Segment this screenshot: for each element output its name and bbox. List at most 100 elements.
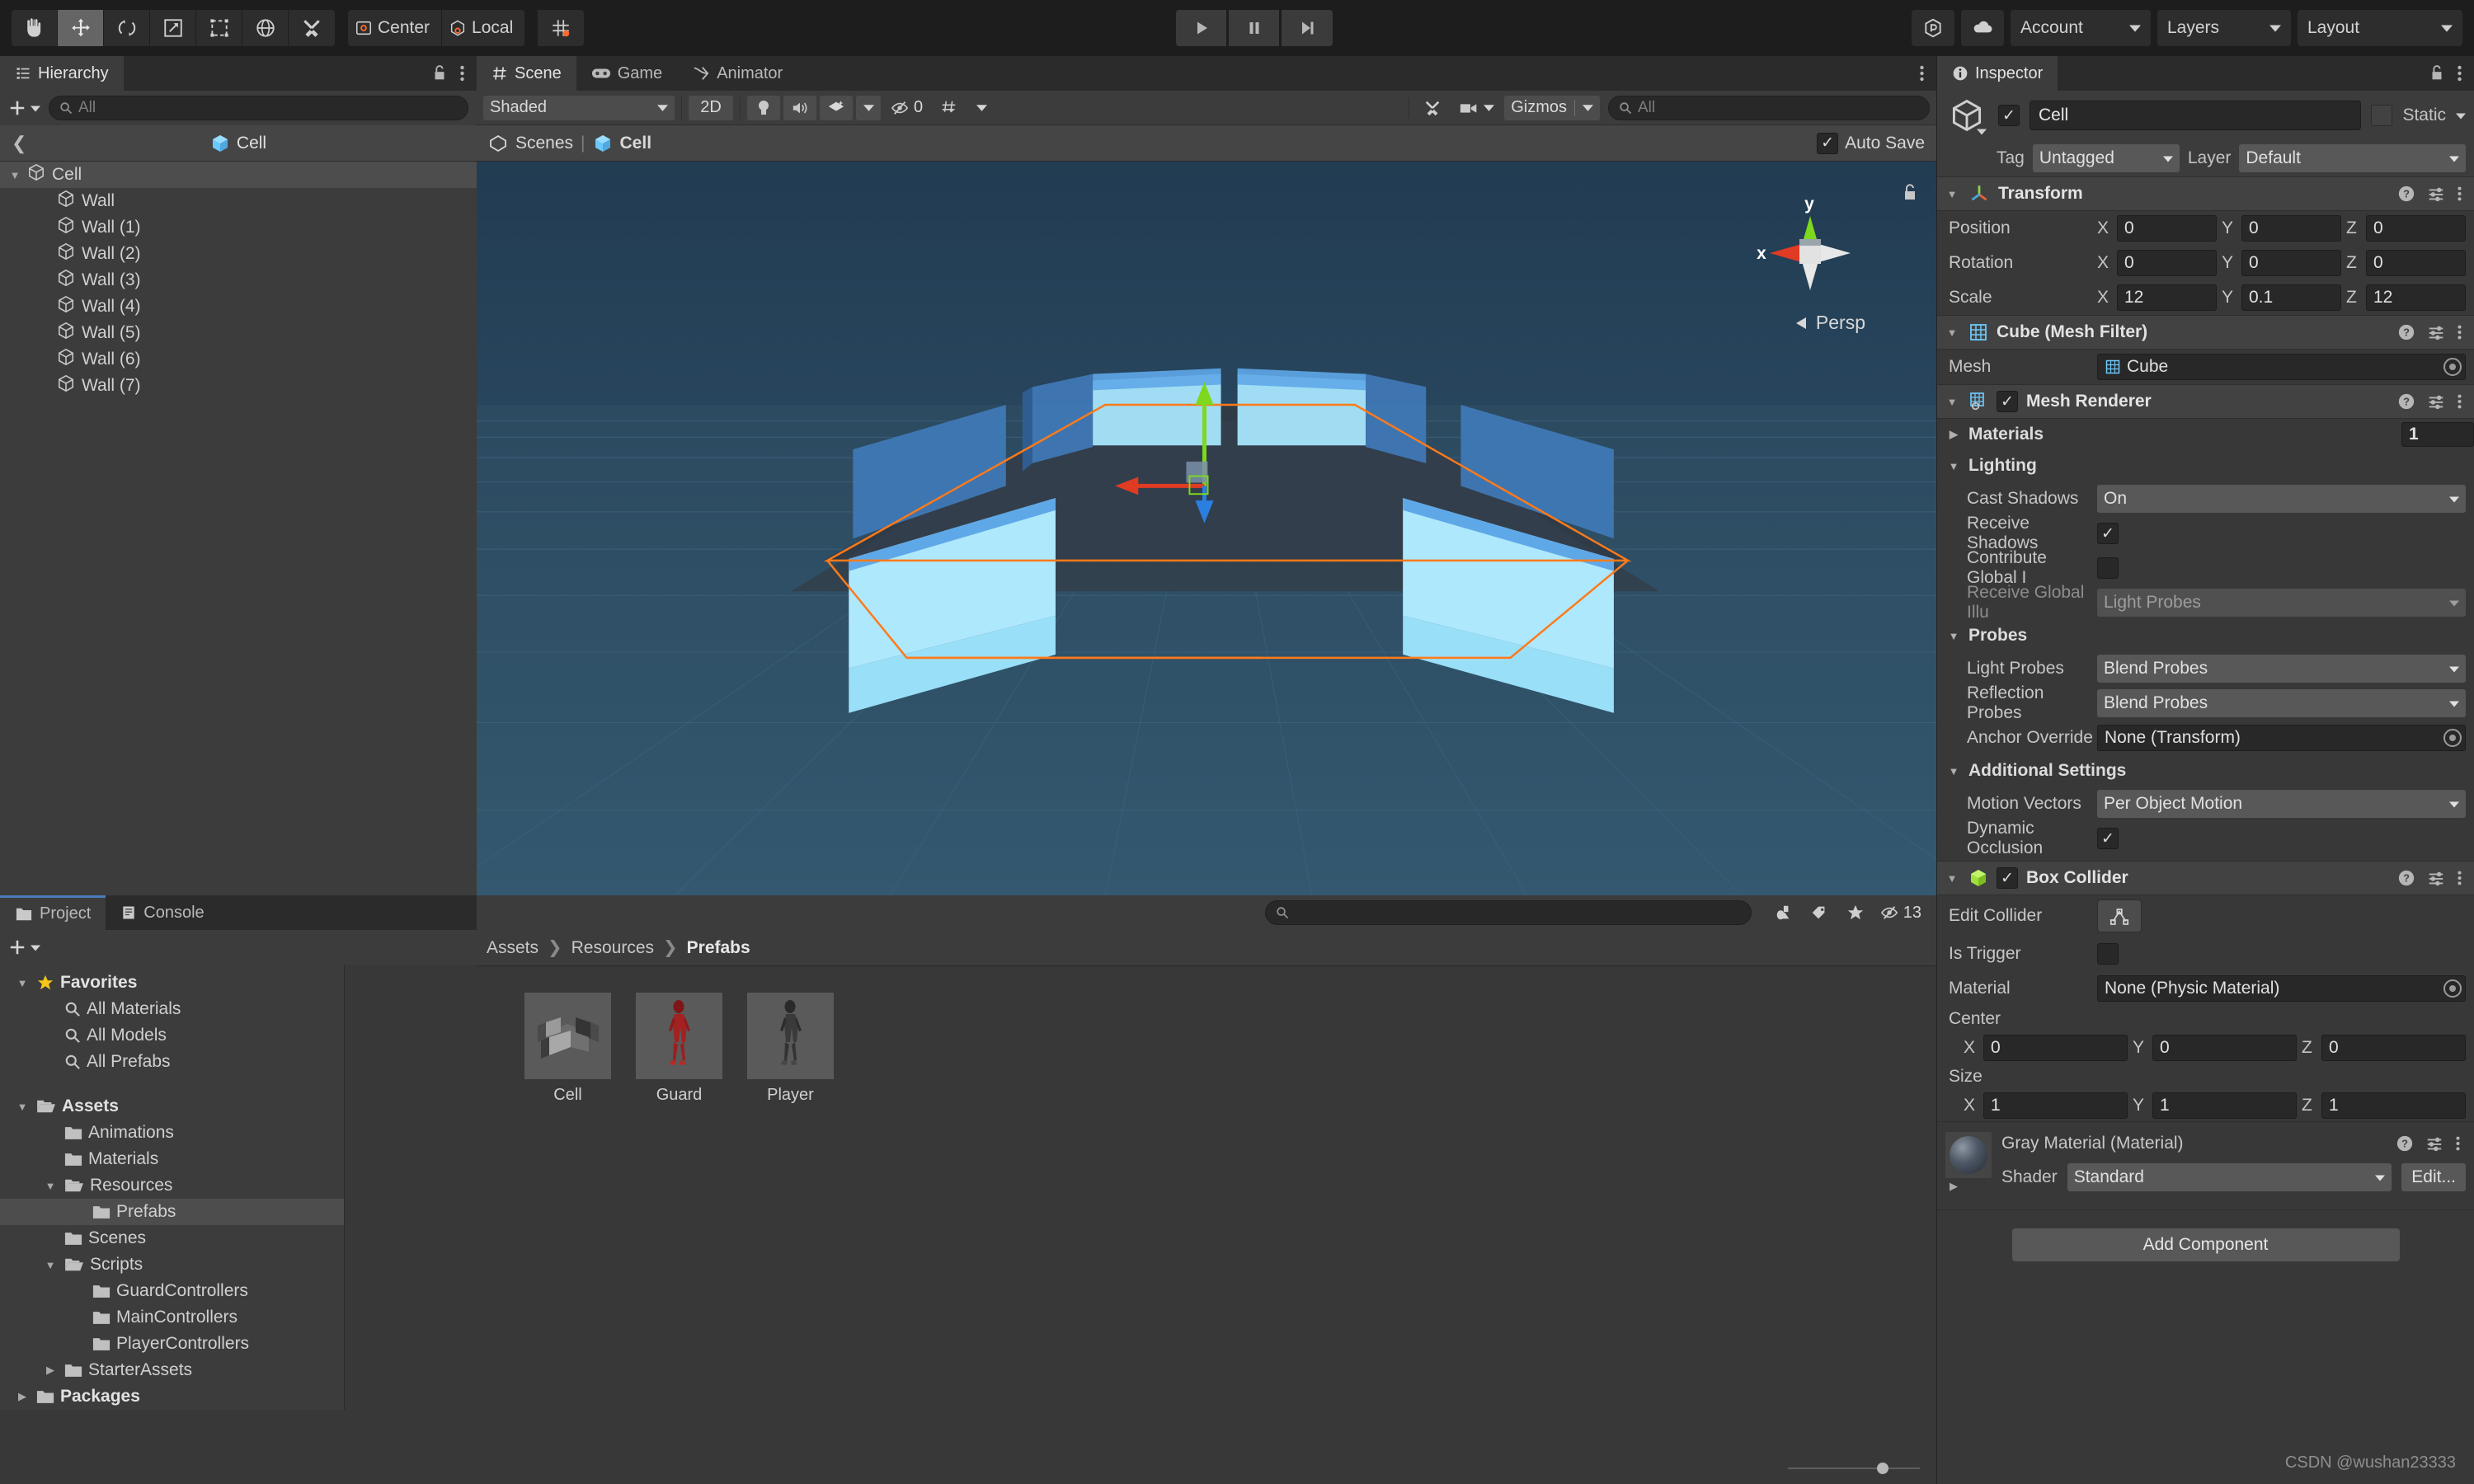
rotation-z-input[interactable]: 0 [2366, 250, 2466, 276]
is-trigger-checkbox[interactable] [2097, 943, 2119, 965]
hierarchy-item-wall-2[interactable]: Wall (2) [0, 241, 477, 267]
breadcrumb-resources[interactable]: Resources [571, 938, 654, 958]
project-foldout-arrow[interactable]: ▶ [42, 1364, 59, 1377]
project-foldout-arrow[interactable]: ▶ [14, 1390, 31, 1403]
kebab-menu-icon[interactable] [2457, 392, 2462, 411]
component-header-transform[interactable]: ▼ Transform ? [1937, 176, 2474, 211]
account-dropdown[interactable]: Account [2011, 10, 2151, 46]
tab-scene[interactable]: Scene [477, 56, 576, 91]
hierarchy-add-button[interactable] [8, 99, 40, 117]
hierarchy-item-cell[interactable]: ▼ Cell [0, 162, 477, 188]
lock-icon[interactable] [431, 64, 448, 82]
hierarchy-item-wall-3[interactable]: Wall (3) [0, 267, 477, 294]
layers-dropdown[interactable]: Layers [2157, 10, 2291, 46]
project-folder-all-materials[interactable]: All Materials [0, 996, 344, 1022]
position-y-input[interactable]: 0 [2241, 215, 2341, 242]
scene-breadcrumb-scenes[interactable]: Scenes [515, 134, 573, 153]
tab-console[interactable]: Console [106, 895, 219, 930]
asset-type-filter-button[interactable] [1764, 900, 1801, 925]
project-folder-prefabs[interactable]: Prefabs [0, 1199, 344, 1225]
layer-dropdown[interactable]: Default [2239, 144, 2466, 172]
lighting-foldout[interactable]: ▼ Lighting [1937, 450, 2474, 481]
boxcollider-enabled-checkbox[interactable]: ✓ [1997, 867, 2018, 889]
tab-inspector[interactable]: Inspector [1937, 56, 2058, 91]
scene-axis-gizmo[interactable]: y x [1748, 191, 1872, 315]
play-button[interactable] [1176, 10, 1228, 46]
edit-collider-button[interactable] [2097, 899, 2142, 932]
scene-fx-dropdown[interactable] [856, 95, 881, 120]
shader-edit-button[interactable]: Edit... [2401, 1163, 2466, 1191]
scene-grid-visibility-button[interactable] [933, 95, 967, 120]
breadcrumb-prefabs[interactable]: Prefabs [687, 938, 750, 958]
hierarchy-search-input[interactable]: All [49, 96, 468, 120]
hierarchy-back-button[interactable]: ❮ [12, 133, 26, 154]
scene-perspective-label[interactable]: Persp [1793, 312, 1865, 334]
pivot-mode-button[interactable]: Center [348, 10, 443, 46]
probes-foldout[interactable]: ▼ Probes [1937, 620, 2474, 651]
shader-dropdown[interactable]: Standard [2067, 1163, 2392, 1191]
materials-count-input[interactable]: 1 [2401, 422, 2474, 447]
mesh-object-field[interactable]: Cube [2097, 354, 2466, 380]
cloud-icon[interactable] [1961, 10, 2004, 46]
help-icon[interactable]: ? [2397, 323, 2415, 341]
lighting-foldout-arrow[interactable]: ▼ [1945, 460, 1962, 472]
project-foldout-arrow[interactable]: ▼ [14, 977, 31, 989]
help-icon[interactable]: ? [2396, 1134, 2414, 1153]
additional-settings-foldout[interactable]: ▼ Additional Settings [1937, 755, 2474, 787]
size-y-input[interactable]: 1 [2152, 1092, 2297, 1119]
gameobject-enabled-checkbox[interactable]: ✓ [1998, 105, 2020, 126]
project-folder-favorites[interactable]: ▼ Favorites [0, 970, 344, 996]
scale-tool-button[interactable] [150, 10, 196, 46]
asset-item-player[interactable]: Player [747, 993, 834, 1105]
boxcollider-foldout-arrow[interactable]: ▼ [1944, 872, 1960, 885]
grid-snapping-button[interactable] [538, 10, 585, 46]
project-folder-materials[interactable]: Materials [0, 1146, 344, 1172]
hierarchy-item-wall-6[interactable]: Wall (6) [0, 346, 477, 373]
project-folder-maincontrollers[interactable]: MainControllers [0, 1304, 344, 1331]
project-folder-resources[interactable]: ▼ Resources [0, 1172, 344, 1199]
scene-camera-button[interactable] [1452, 95, 1502, 120]
rect-tool-button[interactable] [196, 10, 242, 46]
kebab-menu-icon[interactable] [1919, 63, 1925, 83]
material-foldout-arrow[interactable]: ▶ [1945, 1180, 1962, 1193]
rotate-tool-button[interactable] [104, 10, 150, 46]
draw-mode-dropdown[interactable]: Shaded [483, 95, 675, 120]
toggle-2d-button[interactable]: 2D [689, 95, 733, 120]
kebab-menu-icon[interactable] [459, 63, 465, 83]
preset-icon[interactable] [2427, 323, 2445, 341]
kebab-menu-icon[interactable] [2457, 869, 2462, 887]
project-folder-packages[interactable]: ▶ Packages [0, 1383, 344, 1410]
hierarchy-item-wall-4[interactable]: Wall (4) [0, 294, 477, 320]
scene-lighting-button[interactable] [747, 95, 780, 120]
tab-project[interactable]: Project [0, 895, 106, 930]
tab-hierarchy[interactable]: Hierarchy [0, 56, 124, 91]
anchor-override-field[interactable]: None (Transform) [2097, 725, 2466, 751]
move-tool-button[interactable] [58, 10, 104, 46]
project-folder-all-prefabs[interactable]: All Prefabs [0, 1049, 344, 1075]
tag-dropdown[interactable]: Untagged [2032, 144, 2180, 172]
position-z-input[interactable]: 0 [2366, 215, 2466, 242]
project-folder-scenes[interactable]: Scenes [0, 1225, 344, 1252]
auto-save-toggle[interactable]: ✓ Auto Save [1817, 132, 1925, 154]
static-checkbox[interactable] [2371, 105, 2393, 126]
kebab-menu-icon[interactable] [2455, 1134, 2461, 1153]
scene-audio-button[interactable] [783, 95, 816, 120]
meshfilter-foldout-arrow[interactable]: ▼ [1944, 326, 1960, 339]
kebab-menu-icon[interactable] [2457, 63, 2462, 83]
project-folder-assets[interactable]: ▼ Assets [0, 1093, 344, 1120]
scene-breadcrumb-object[interactable]: Cell [620, 134, 652, 153]
project-folder-guardcontrollers[interactable]: GuardControllers [0, 1278, 344, 1304]
component-header-mesh-filter[interactable]: ▼ Cube (Mesh Filter) ? [1937, 315, 2474, 350]
hierarchy-item-wall-5[interactable]: Wall (5) [0, 320, 477, 346]
cast-shadows-dropdown[interactable]: On [2097, 485, 2466, 513]
custom-editor-tool-button[interactable] [289, 10, 335, 46]
project-folder-starterassets[interactable]: ▶ StarterAssets [0, 1357, 344, 1383]
step-button[interactable] [1282, 10, 1333, 46]
help-icon[interactable]: ? [2397, 869, 2415, 887]
scene-visibility-button[interactable]: 0 [884, 95, 930, 120]
scene-lock-icon[interactable] [1902, 183, 1918, 203]
preset-icon[interactable] [2427, 392, 2445, 411]
reflection-probes-dropdown[interactable]: Blend Probes [2097, 689, 2466, 717]
preset-icon[interactable] [2425, 1134, 2443, 1153]
asset-item-guard[interactable]: Guard [636, 993, 722, 1105]
